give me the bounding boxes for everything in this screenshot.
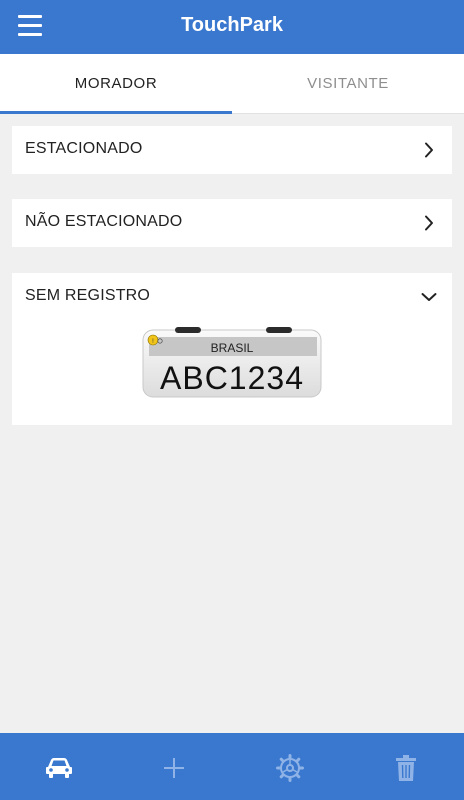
section-estacionado-header[interactable]: ESTACIONADO xyxy=(12,126,452,174)
active-tab-indicator xyxy=(0,111,232,114)
nav-car-button[interactable] xyxy=(39,753,79,783)
app-title: TouchPark xyxy=(181,14,283,36)
bottom-nav xyxy=(0,733,464,800)
tab-visitante[interactable]: VISITANTE xyxy=(232,54,464,114)
plus-icon xyxy=(164,758,184,778)
tab-morador[interactable]: MORADOR xyxy=(0,54,232,114)
trash-icon xyxy=(396,755,416,781)
tab-bar: MORADOR VISITANTE xyxy=(0,54,464,114)
plate-mount-hole xyxy=(175,327,201,333)
section-sem-registro: SEM REGISTRO BRASIL ! ABC1234 xyxy=(12,273,452,425)
car-icon xyxy=(46,758,72,778)
section-label: NÃO ESTACIONADO xyxy=(25,213,183,230)
app-bar: TouchPark xyxy=(0,0,464,54)
section-label: SEM REGISTRO xyxy=(25,287,151,304)
plate-mount-hole xyxy=(266,327,292,333)
section-estacionado: ESTACIONADO xyxy=(12,126,452,174)
section-nao-estacionado-header[interactable]: NÃO ESTACIONADO xyxy=(12,199,452,247)
section-nao-estacionado: NÃO ESTACIONADO xyxy=(12,199,452,247)
plate-list: BRASIL ! ABC1234 xyxy=(12,321,452,425)
plate-country: BRASIL xyxy=(211,341,254,355)
license-plate[interactable]: BRASIL ! ABC1234 xyxy=(142,327,322,399)
section-sem-registro-header[interactable]: SEM REGISTRO xyxy=(12,273,452,321)
chevron-down-icon xyxy=(421,293,437,301)
plate-number: ABC1234 xyxy=(160,360,304,396)
chevron-right-icon xyxy=(425,215,433,231)
chevron-right-icon xyxy=(425,142,433,158)
section-label: ESTACIONADO xyxy=(25,140,143,157)
nav-settings-button[interactable] xyxy=(270,753,310,783)
gear-icon xyxy=(276,754,304,782)
nav-add-button[interactable] xyxy=(154,753,194,783)
nav-delete-button[interactable] xyxy=(386,753,426,783)
